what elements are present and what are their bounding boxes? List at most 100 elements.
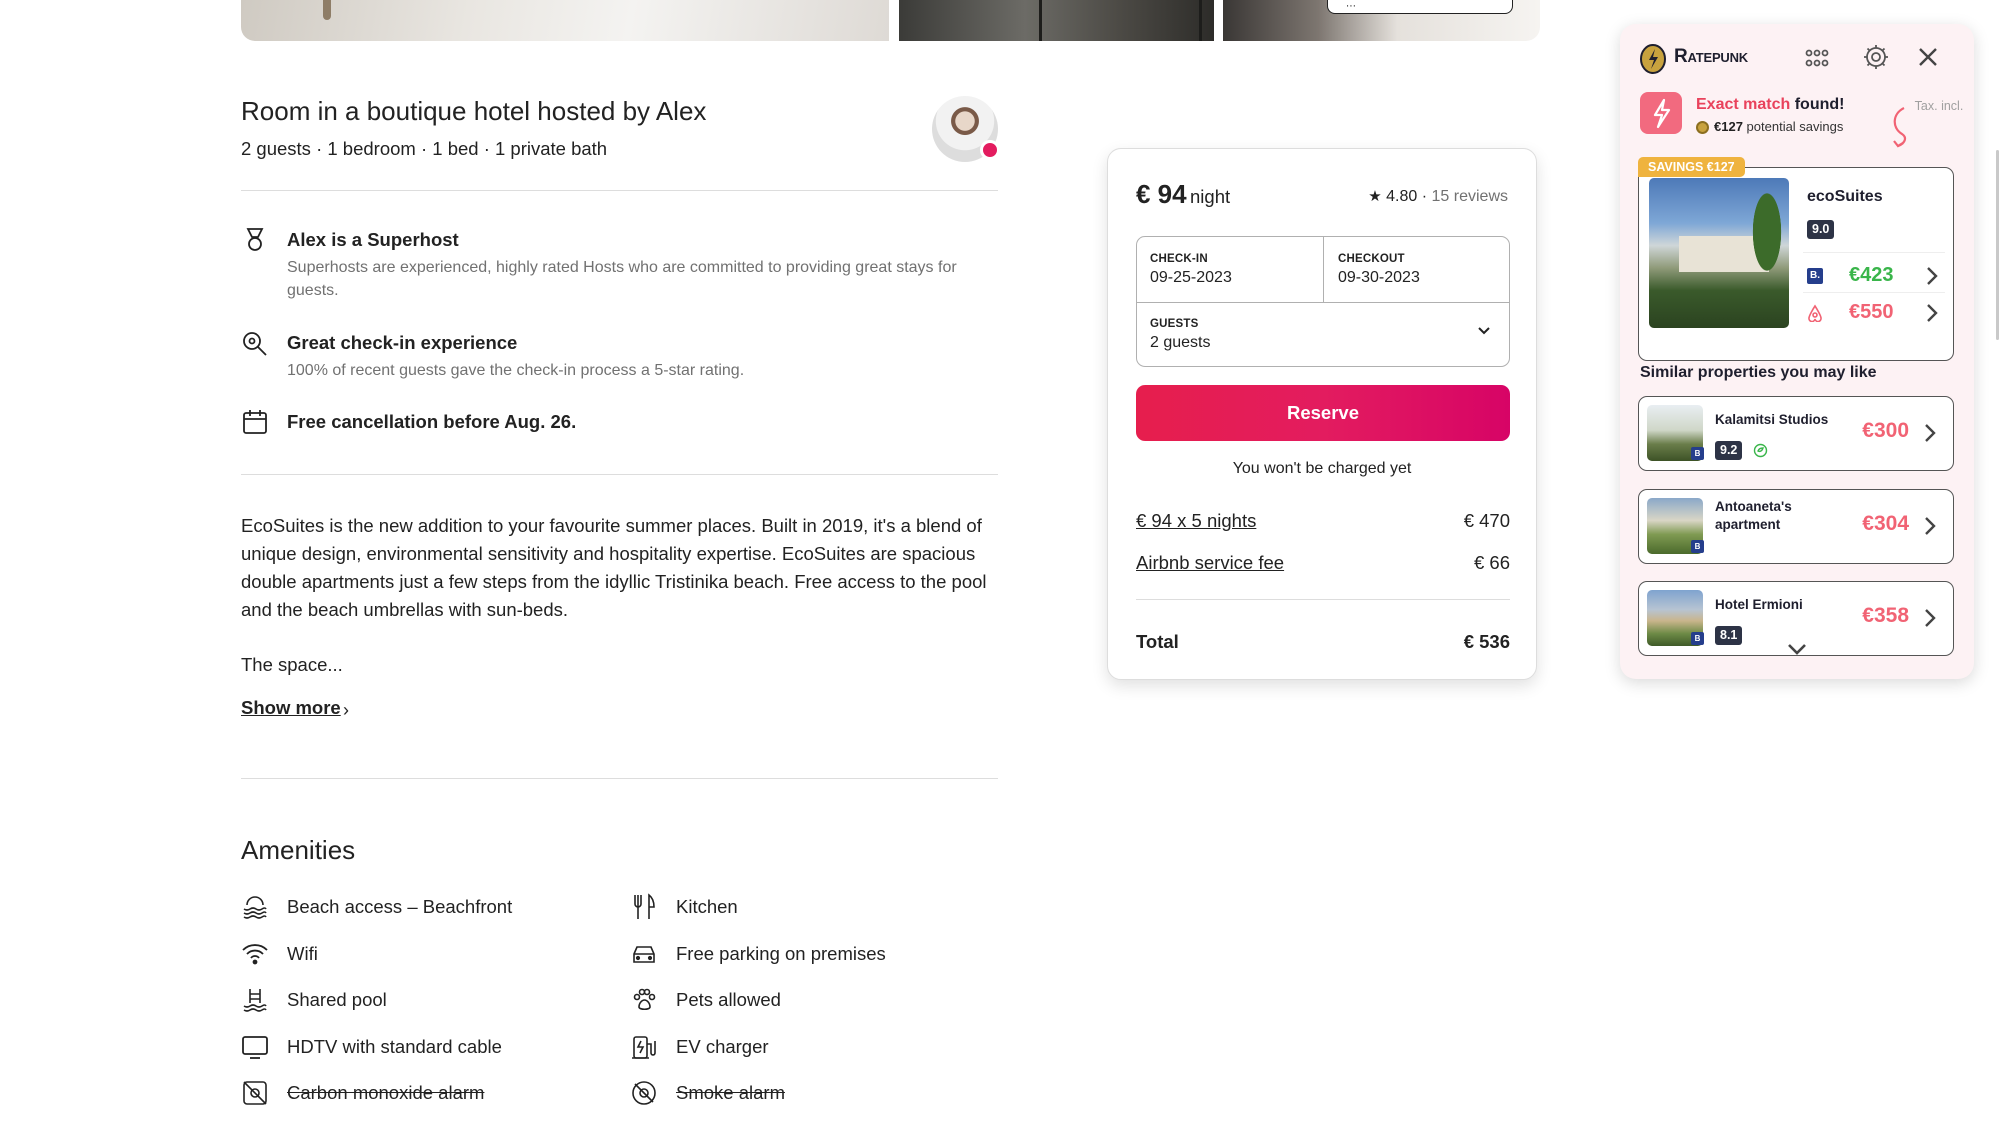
property-price: €300: [1862, 419, 1909, 442]
nights-breakdown-link[interactable]: € 94 x 5 nights: [1136, 510, 1256, 531]
service-fee-row: Airbnb service fee € 66: [1136, 552, 1510, 574]
amenities-title: Amenities: [241, 835, 356, 865]
chevron-right-icon: ›: [343, 700, 349, 720]
property-name: Antoaneta's apartment: [1715, 499, 1792, 532]
amenity-label: Carbon monoxide alarm: [287, 1082, 485, 1103]
gear-icon[interactable]: [1863, 44, 1889, 70]
amenity-label: Wifi: [287, 943, 318, 964]
show-all-photos-button[interactable]: ⋯: [1327, 0, 1513, 14]
chevron-right-icon[interactable]: [1923, 608, 1937, 628]
price-unit: night: [1190, 186, 1231, 207]
checkin-search-icon: [243, 332, 267, 356]
amenity-label: Pets allowed: [676, 989, 781, 1010]
divider: [241, 778, 998, 779]
service-fee-amount: € 66: [1473, 552, 1510, 573]
similar-property-card[interactable]: B Antoaneta's apartment €304: [1638, 489, 1954, 564]
savings-tag: SAVINGS €127: [1638, 157, 1745, 177]
rating-score-badge: 8.1: [1715, 626, 1743, 645]
show-more-link[interactable]: Show more: [241, 697, 341, 719]
nightly-price: € 94: [1136, 179, 1187, 209]
not-charged-note: You won't be charged yet: [1232, 460, 1412, 477]
guests-value: 2 guests: [1150, 334, 1211, 351]
exact-match-card[interactable]: ecoSuites 9.0 B. €423 €550: [1638, 167, 1954, 361]
potential-savings-amount: €127: [1714, 119, 1743, 134]
exact-match-text: Exact match: [1696, 96, 1791, 113]
amenity-label: Free parking on premises: [676, 943, 886, 964]
rating-score-badge: 9.2: [1715, 441, 1743, 460]
property-name: Kalamitsi Studios: [1715, 412, 1829, 427]
chevron-right-icon[interactable]: [1925, 266, 1939, 286]
curved-arrow-icon: [1893, 107, 1907, 148]
host-avatar[interactable]: [932, 96, 1000, 162]
service-fee-link[interactable]: Airbnb service fee: [1136, 552, 1284, 573]
similar-property-card[interactable]: B Kalamitsi Studios 9.2 €300: [1638, 396, 1954, 471]
potential-savings: €127 potential savings: [1714, 119, 1843, 134]
guests-field[interactable]: GUESTS 2 guests: [1137, 303, 1509, 368]
found-text: found!: [1794, 96, 1845, 113]
property-price: €358: [1862, 604, 1909, 627]
guests-label: GUESTS: [1150, 318, 1199, 330]
coin-icon: [1696, 121, 1709, 134]
checkin-field[interactable]: CHECK-IN 09-25-2023: [1137, 237, 1323, 302]
rating-value: 4.80: [1386, 188, 1418, 205]
highlight-desc: Superhosts are experienced, highly rated…: [287, 259, 957, 299]
booking-provider-icon: B: [1691, 540, 1704, 553]
reviews-link[interactable]: 15 reviews: [1432, 188, 1508, 205]
nights-amount: € 470: [1463, 510, 1510, 531]
listing-photo-main[interactable]: [241, 0, 889, 41]
listing-title: Room in a boutique hotel hosted by Alex: [241, 96, 707, 126]
amenity-label: Beach access – Beachfront: [287, 896, 513, 917]
tax-note: Tax. incl.: [1914, 99, 1964, 113]
amenity-label: Shared pool: [287, 989, 387, 1010]
total-row: Total € 536: [1136, 631, 1510, 653]
rating-summary[interactable]: ★ 4.80 · 15 reviews: [1368, 187, 1508, 206]
checkin-label: CHECK-IN: [1150, 253, 1208, 265]
checkout-value: 09-30-2023: [1338, 269, 1420, 286]
booking-price[interactable]: €423: [1849, 264, 1894, 287]
booking-card: € 94 night ★ 4.80 · 15 reviews CHECK-IN …: [1107, 148, 1537, 680]
amenity-label: HDTV with standard cable: [287, 1036, 502, 1057]
reserve-button[interactable]: Reserve: [1136, 385, 1510, 441]
listing-photo-2[interactable]: [899, 0, 1214, 41]
property-price: €304: [1862, 512, 1909, 535]
amenity-label: Smoke alarm: [676, 1082, 785, 1103]
amenity-label: EV charger: [676, 1036, 769, 1057]
checkout-field[interactable]: CHECKOUT 09-30-2023: [1324, 237, 1511, 302]
chevron-right-icon[interactable]: [1923, 516, 1937, 536]
total-amount: € 536: [1463, 631, 1510, 652]
chevron-down-icon: [1478, 327, 1490, 335]
wifi-icon: [242, 944, 268, 965]
rating-separator: ·: [1421, 188, 1428, 205]
lightning-icon: [1640, 92, 1682, 134]
exact-match-title: Exact match found!: [1696, 96, 1844, 114]
ratepunk-logo-icon: [1640, 44, 1666, 74]
close-icon[interactable]: [1916, 45, 1940, 69]
amenity-label: Kitchen: [676, 896, 738, 917]
nights-breakdown-row: € 94 x 5 nights € 470: [1136, 510, 1510, 532]
highlight-title: Great check-in experience: [287, 332, 518, 353]
chevron-right-icon[interactable]: [1923, 423, 1937, 443]
beach-icon: [243, 896, 267, 919]
pool-icon: [243, 989, 267, 1012]
potential-savings-text: potential savings: [1746, 119, 1844, 134]
listing-photo-3[interactable]: ⋯: [1223, 0, 1540, 41]
apps-grid-icon[interactable]: [1804, 48, 1830, 68]
divider: [241, 190, 998, 191]
eco-leaf-icon: [1753, 443, 1768, 458]
ratepunk-panel: Ratepunk Exact match found! €127 potenti…: [1620, 24, 1974, 679]
ev-charger-icon: [632, 1036, 656, 1059]
chevron-down-icon[interactable]: [1786, 642, 1808, 656]
airbnb-price[interactable]: €550: [1849, 301, 1894, 324]
booking-provider-icon: B.: [1807, 268, 1823, 284]
scrollbar[interactable]: [1996, 150, 1999, 340]
booking-provider-icon: B: [1691, 632, 1704, 645]
total-label: Total: [1136, 631, 1179, 652]
star-icon: ★: [1368, 188, 1382, 205]
superhost-medal-icon: [246, 228, 264, 251]
kitchen-icon: [634, 893, 655, 919]
chevron-right-icon[interactable]: [1925, 303, 1939, 323]
highlight-title: Free cancellation before Aug. 26.: [287, 411, 577, 432]
calendar-icon: [243, 410, 267, 434]
booking-provider-icon: B: [1691, 447, 1704, 460]
property-name: ecoSuites: [1807, 188, 1883, 205]
